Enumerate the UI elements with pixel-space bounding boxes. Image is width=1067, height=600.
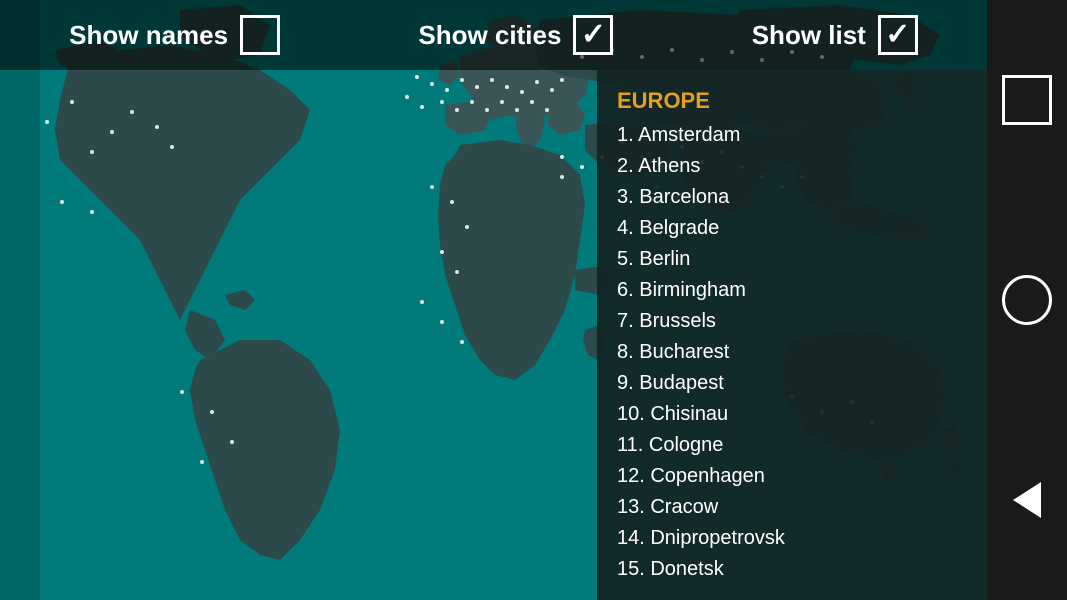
show-cities-toggle[interactable]: Show cities ✓: [418, 15, 613, 55]
city-dot: [535, 80, 539, 84]
city-dot: [430, 82, 434, 86]
city-dot: [460, 340, 464, 344]
city-dot: [440, 100, 444, 104]
show-cities-checkbox[interactable]: ✓: [573, 15, 613, 55]
list-item[interactable]: 5. Berlin: [597, 244, 987, 275]
list-item[interactable]: 11. Cologne: [597, 430, 987, 461]
square-button[interactable]: [1002, 75, 1052, 125]
list-item[interactable]: 10. Chisinau: [597, 399, 987, 430]
city-dot: [230, 440, 234, 444]
show-list-label: Show list: [752, 20, 866, 51]
city-dot: [560, 175, 564, 179]
list-item[interactable]: 9. Budapest: [597, 368, 987, 399]
city-dot: [440, 250, 444, 254]
city-dot: [500, 100, 504, 104]
city-dot: [200, 460, 204, 464]
city-dot: [520, 90, 524, 94]
city-dot: [460, 78, 464, 82]
city-dot: [45, 120, 49, 124]
show-names-label: Show names: [69, 20, 228, 51]
back-triangle-icon: [1013, 482, 1041, 518]
right-navigation: [987, 0, 1067, 600]
show-list-checkmark: ✓: [885, 20, 910, 50]
show-list-checkbox[interactable]: ✓: [878, 15, 918, 55]
city-dot: [485, 108, 489, 112]
list-item[interactable]: 6. Birmingham: [597, 275, 987, 306]
city-dot: [560, 155, 564, 159]
circle-button[interactable]: [1002, 275, 1052, 325]
show-names-toggle[interactable]: Show names: [69, 15, 280, 55]
city-dot: [155, 125, 159, 129]
city-dot: [470, 100, 474, 104]
list-item[interactable]: 14. Dnipropetrovsk: [597, 523, 987, 554]
show-cities-checkmark: ✓: [581, 20, 606, 50]
city-dot: [210, 410, 214, 414]
city-dot: [450, 200, 454, 204]
city-dot: [455, 270, 459, 274]
list-item[interactable]: 12. Copenhagen: [597, 461, 987, 492]
city-dot: [70, 100, 74, 104]
show-list-toggle[interactable]: Show list ✓: [752, 15, 918, 55]
list-item[interactable]: 8. Bucharest: [597, 337, 987, 368]
city-dot: [90, 150, 94, 154]
list-item[interactable]: 15. Donetsk: [597, 554, 987, 585]
city-dot: [550, 88, 554, 92]
city-dot: [505, 85, 509, 89]
city-dot: [60, 200, 64, 204]
cities-container: 1. Amsterdam2. Athens3. Barcelona4. Belg…: [597, 120, 987, 585]
city-dot: [545, 108, 549, 112]
city-dot: [430, 185, 434, 189]
region-header: EUROPE: [597, 80, 987, 120]
list-item[interactable]: 13. Cracow: [597, 492, 987, 523]
city-dot: [130, 110, 134, 114]
city-dot: [465, 225, 469, 229]
list-item[interactable]: 3. Barcelona: [597, 182, 987, 213]
top-bar: Show names Show cities ✓ Show list ✓: [0, 0, 987, 70]
city-dot: [580, 165, 584, 169]
city-dot: [180, 390, 184, 394]
city-dot: [90, 210, 94, 214]
list-item[interactable]: 7. Brussels: [597, 306, 987, 337]
city-dot: [530, 100, 534, 104]
city-dot: [515, 108, 519, 112]
back-button[interactable]: [1002, 475, 1052, 525]
city-dot: [440, 320, 444, 324]
show-cities-label: Show cities: [418, 20, 561, 51]
city-dot: [170, 145, 174, 149]
city-dot: [405, 95, 409, 99]
city-list-panel[interactable]: EUROPE 1. Amsterdam2. Athens3. Barcelona…: [597, 70, 987, 600]
list-item[interactable]: 4. Belgrade: [597, 213, 987, 244]
city-dot: [415, 75, 419, 79]
city-dot: [560, 78, 564, 82]
city-dot: [490, 78, 494, 82]
list-item[interactable]: 1. Amsterdam: [597, 120, 987, 151]
city-dot: [475, 85, 479, 89]
show-names-checkbox[interactable]: [240, 15, 280, 55]
city-dot: [445, 88, 449, 92]
list-item[interactable]: 2. Athens: [597, 151, 987, 182]
city-dot: [420, 105, 424, 109]
city-dot: [455, 108, 459, 112]
city-dot: [110, 130, 114, 134]
city-dot: [420, 300, 424, 304]
